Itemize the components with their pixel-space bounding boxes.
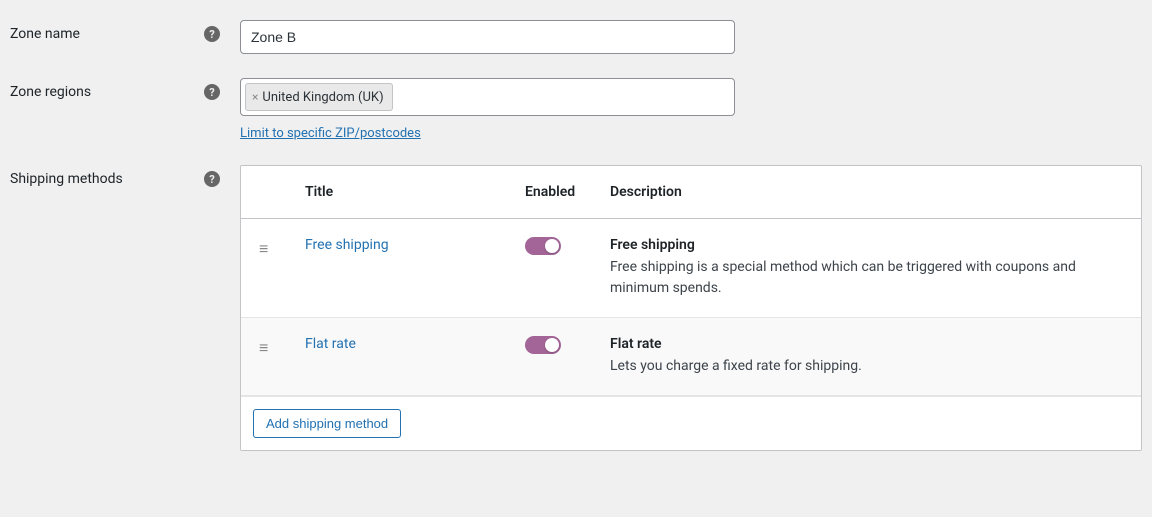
method-title-link[interactable]: Free shipping [305, 237, 389, 253]
help-icon[interactable]: ? [204, 26, 220, 42]
limit-postcodes-link[interactable]: Limit to specific ZIP/postcodes [240, 126, 421, 141]
column-header-title: Title [305, 184, 525, 200]
region-tag-label: United Kingdom (UK) [262, 90, 383, 105]
enabled-toggle[interactable] [525, 336, 561, 354]
help-icon[interactable]: ? [204, 84, 220, 100]
shipping-methods-table: Title Enabled Description ≡ Free shippin… [240, 165, 1142, 451]
table-row: ≡ Free shipping Free shipping Free shipp… [241, 219, 1141, 318]
close-icon[interactable]: × [252, 90, 258, 104]
region-tag: × United Kingdom (UK) [245, 83, 393, 111]
zone-regions-input[interactable]: × United Kingdom (UK) [240, 78, 735, 116]
method-desc-text: Lets you charge a fixed rate for shippin… [610, 358, 862, 374]
zone-regions-label: Zone regions [10, 84, 91, 100]
shipping-methods-label: Shipping methods [10, 171, 123, 187]
drag-handle-icon[interactable]: ≡ [253, 336, 305, 358]
enabled-toggle[interactable] [525, 237, 561, 255]
help-icon[interactable]: ? [204, 171, 220, 187]
add-shipping-method-button[interactable]: Add shipping method [253, 409, 401, 438]
method-desc-title: Free shipping [610, 237, 1129, 253]
drag-handle-icon[interactable]: ≡ [253, 237, 305, 259]
method-desc-text: Free shipping is a special method which … [610, 259, 1076, 296]
zone-name-label: Zone name [10, 26, 80, 42]
method-title-link[interactable]: Flat rate [305, 336, 356, 352]
column-header-enabled: Enabled [525, 184, 610, 200]
column-header-description: Description [610, 184, 1129, 200]
table-row: ≡ Flat rate Flat rate Lets you charge a … [241, 318, 1141, 396]
method-desc-title: Flat rate [610, 336, 1129, 352]
zone-name-input[interactable] [240, 20, 735, 54]
